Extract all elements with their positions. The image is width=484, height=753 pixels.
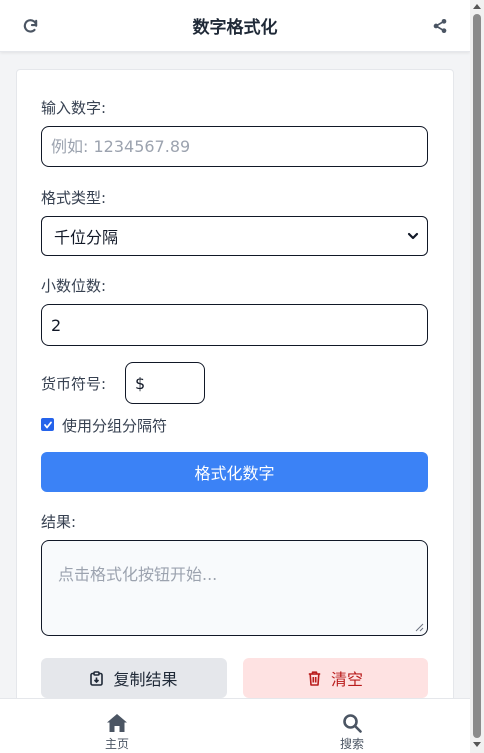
- bottom-nav: 主页 搜索: [0, 698, 470, 753]
- grouping-label: 使用分组分隔符: [62, 417, 168, 435]
- chevron-down-icon: [407, 232, 419, 240]
- share-icon: [433, 19, 447, 33]
- search-icon: [343, 714, 362, 733]
- clear-button[interactable]: 清空: [243, 658, 428, 698]
- number-input[interactable]: [41, 126, 428, 167]
- clipboard-icon: [90, 670, 104, 686]
- decimals-label: 小数位数:: [41, 277, 107, 295]
- format-type-select[interactable]: 千位分隔: [41, 216, 428, 256]
- decimals-input[interactable]: [41, 304, 428, 346]
- page-title: 数字格式化: [192, 18, 278, 38]
- share-button[interactable]: [428, 14, 452, 38]
- result-textarea[interactable]: 点击格式化按钮开始...: [41, 540, 428, 636]
- refresh-button[interactable]: [18, 14, 42, 38]
- number-label: 输入数字:: [41, 99, 107, 117]
- result-placeholder: 点击格式化按钮开始...: [58, 565, 218, 584]
- clear-label: 清空: [330, 670, 363, 689]
- format-type-label: 格式类型:: [41, 189, 107, 207]
- grouping-checkbox[interactable]: [41, 418, 54, 431]
- copy-result-button[interactable]: 复制结果: [41, 658, 227, 698]
- trash-icon: [308, 670, 321, 686]
- app-header: 数字格式化: [0, 0, 470, 52]
- refresh-icon: [23, 18, 37, 33]
- result-label: 结果:: [41, 513, 77, 531]
- currency-input[interactable]: [125, 362, 205, 404]
- nav-search[interactable]: 搜索: [322, 713, 382, 752]
- scroll-up-icon[interactable]: [473, 4, 481, 9]
- resize-handle-icon[interactable]: [415, 623, 424, 632]
- nav-home[interactable]: 主页: [87, 713, 147, 752]
- format-type-value: 千位分隔: [54, 228, 119, 247]
- scrollbar-thumb[interactable]: [473, 14, 481, 738]
- copy-result-label: 复制结果: [113, 670, 178, 689]
- format-button[interactable]: 格式化数字: [41, 452, 428, 492]
- nav-home-label: 主页: [104, 737, 129, 751]
- check-icon: [43, 421, 52, 428]
- nav-search-label: 搜索: [339, 737, 364, 751]
- page-scrollbar[interactable]: [470, 0, 484, 753]
- scroll-down-icon[interactable]: [473, 742, 481, 747]
- home-icon: [107, 714, 127, 732]
- currency-label: 货币符号:: [41, 375, 107, 393]
